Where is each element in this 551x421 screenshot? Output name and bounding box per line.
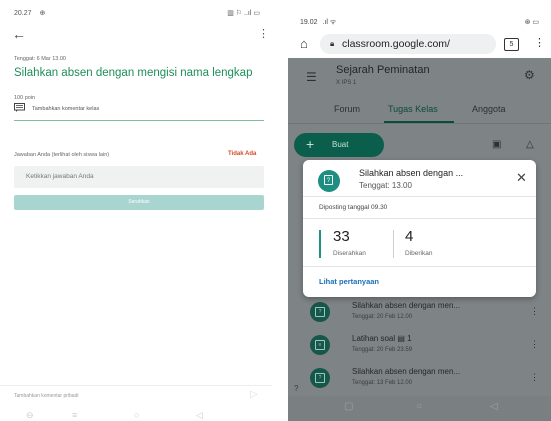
plus-icon: + bbox=[306, 136, 315, 152]
drive-icon[interactable]: △ bbox=[526, 139, 534, 150]
submitted-count[interactable]: 33 bbox=[333, 228, 350, 245]
posted-date: Diposting tanggal 09.30 bbox=[319, 204, 388, 211]
assignment-icon: ? bbox=[318, 170, 340, 192]
answer-placeholder: Ketikkan jawaban Anda bbox=[26, 173, 94, 180]
android-nav-bar: ⊖ ≡ ○ ◁ bbox=[0, 410, 272, 421]
item-due: Tenggat: 13 Feb 12.00 bbox=[352, 380, 413, 386]
divider bbox=[303, 218, 536, 219]
arrow-left-icon[interactable]: ← bbox=[12, 26, 26, 42]
gear-icon[interactable]: ⚙ bbox=[524, 68, 535, 82]
nav-recents-icon[interactable]: ▢ bbox=[344, 401, 353, 412]
assignment-icon: ? bbox=[310, 368, 330, 388]
assignment-icon: ? bbox=[310, 302, 330, 322]
nav-back-icon[interactable]: ◁ bbox=[196, 410, 203, 421]
more-options-icon[interactable]: ⋮ bbox=[530, 306, 539, 317]
add-private-comment-input[interactable]: Tambahkan komentar pribadi bbox=[14, 393, 78, 399]
tab-forum[interactable]: Forum bbox=[334, 104, 360, 114]
class-section: X IPS 1 bbox=[336, 80, 357, 86]
android-nav-bar: ▢ ○ ◁ bbox=[288, 396, 551, 421]
more-options-icon[interactable]: ⋮ bbox=[530, 372, 539, 383]
points: 100 poin bbox=[14, 95, 36, 101]
hamburger-menu-icon[interactable]: ☰ bbox=[306, 70, 317, 84]
status-battery-icon: ⊛ ▭ bbox=[524, 19, 539, 26]
divider bbox=[14, 120, 264, 121]
assignment-title: Silahkan absen dengan mengisi nama lengk… bbox=[14, 67, 253, 79]
popup-due: Tenggat: 13.00 bbox=[359, 181, 412, 190]
submitted-label: Diserahkan bbox=[333, 250, 366, 257]
due-date: Tenggat: 6 Mar 13.00 bbox=[14, 56, 66, 62]
divider bbox=[288, 123, 551, 124]
nav-home-icon[interactable]: ○ bbox=[416, 401, 422, 412]
help-icon[interactable]: ? bbox=[294, 384, 298, 393]
nav-home-icon[interactable]: ○ bbox=[134, 410, 139, 420]
url-text: classroom.google.com/ bbox=[342, 38, 450, 50]
answer-input[interactable]: Ketikkan jawaban Anda bbox=[14, 166, 264, 188]
tab-switcher-button[interactable]: 5 bbox=[504, 38, 519, 51]
nav-menu-icon[interactable]: ≡ bbox=[72, 410, 77, 420]
item-title: Silahkan absen dengan men... bbox=[352, 367, 461, 376]
tab-classwork[interactable]: Tugas Kelas bbox=[388, 104, 438, 114]
comment-icon bbox=[14, 103, 25, 112]
item-due: Tenggat: 20 Feb 12.00 bbox=[352, 314, 413, 320]
divider bbox=[0, 385, 272, 386]
create-label: Buat bbox=[332, 140, 349, 149]
nav-back-icon[interactable]: ◁ bbox=[490, 401, 498, 412]
item-due: Tenggat: 20 Feb 23.59 bbox=[352, 347, 413, 353]
status-bar: 19.02 .ıl ᯤ ⊛ ▭ bbox=[300, 18, 539, 28]
status-signal-battery-icon: ▥ ⚐ ..ıl ▭ bbox=[227, 10, 260, 17]
status-bar: 20.27 ⊕ ▥ ⚐ ..ıl ▭ bbox=[14, 9, 260, 21]
status-missing: Tidak Ada bbox=[228, 151, 257, 157]
right-phone-screen: 19.02 .ıl ᯤ ⊛ ▭ ⌂ 🔒︎ classroom.google.co… bbox=[288, 0, 551, 421]
material-icon: ≡ bbox=[310, 335, 330, 355]
assignment-popup: ? Silahkan absen dengan ... Tenggat: 13.… bbox=[303, 160, 536, 297]
more-options-icon[interactable]: ⋮ bbox=[530, 339, 539, 350]
nav-extra-icon[interactable]: ⊖ bbox=[26, 410, 34, 421]
address-bar[interactable]: 🔒︎ classroom.google.com/ bbox=[320, 34, 496, 54]
create-button[interactable]: + Buat bbox=[294, 133, 384, 157]
divider bbox=[303, 266, 536, 267]
answer-label: Jawaban Anda (terlihat oleh siswa lain) bbox=[14, 152, 110, 158]
browser-menu-icon[interactable]: ⋮ bbox=[534, 36, 545, 49]
status-signal-icon: .ıl ᯤ bbox=[322, 19, 337, 26]
item-title: Latihan soal ▤ 1 bbox=[352, 334, 412, 343]
more-options-icon[interactable]: ⋮ bbox=[258, 27, 269, 40]
submit-button[interactable]: Serahkan bbox=[14, 195, 264, 210]
status-time: 19.02 bbox=[300, 19, 318, 26]
left-phone-screen: 20.27 ⊕ ▥ ⚐ ..ıl ▭ ← ⋮ Tenggat: 6 Mar 13… bbox=[0, 0, 272, 421]
assigned-count[interactable]: 4 bbox=[405, 228, 413, 245]
view-question-link[interactable]: Lihat pertanyaan bbox=[319, 277, 379, 286]
list-item[interactable]: ? Silahkan absen dengan men... Tenggat: … bbox=[310, 298, 539, 328]
popup-title: Silahkan absen dengan ... bbox=[359, 168, 464, 178]
close-icon[interactable]: ✕ bbox=[516, 170, 527, 186]
calendar-icon[interactable]: ▣ bbox=[492, 139, 501, 150]
tab-members[interactable]: Anggota bbox=[472, 104, 506, 114]
assigned-label: Diberikan bbox=[405, 250, 433, 257]
class-name: Sejarah Peminatan bbox=[336, 64, 430, 76]
list-item[interactable]: ? Silahkan absen dengan men... Tenggat: … bbox=[310, 364, 539, 394]
lock-icon: 🔒︎ bbox=[330, 39, 335, 48]
add-class-comment-link[interactable]: Tambahkan komentar kelas bbox=[32, 106, 99, 112]
divider bbox=[303, 196, 536, 197]
stat-indicator bbox=[319, 230, 321, 258]
list-item[interactable]: ≡ Latihan soal ▤ 1 Tenggat: 20 Feb 23.59… bbox=[310, 331, 539, 361]
status-notification-icon: ⊕ bbox=[39, 10, 46, 17]
submit-label: Serahkan bbox=[128, 199, 150, 205]
stat-divider bbox=[393, 230, 394, 258]
item-title: Silahkan absen dengan men... bbox=[352, 301, 461, 310]
home-icon[interactable]: ⌂ bbox=[300, 36, 308, 51]
status-time: 20.27 bbox=[14, 10, 32, 17]
send-icon[interactable]: ▷ bbox=[250, 389, 258, 400]
